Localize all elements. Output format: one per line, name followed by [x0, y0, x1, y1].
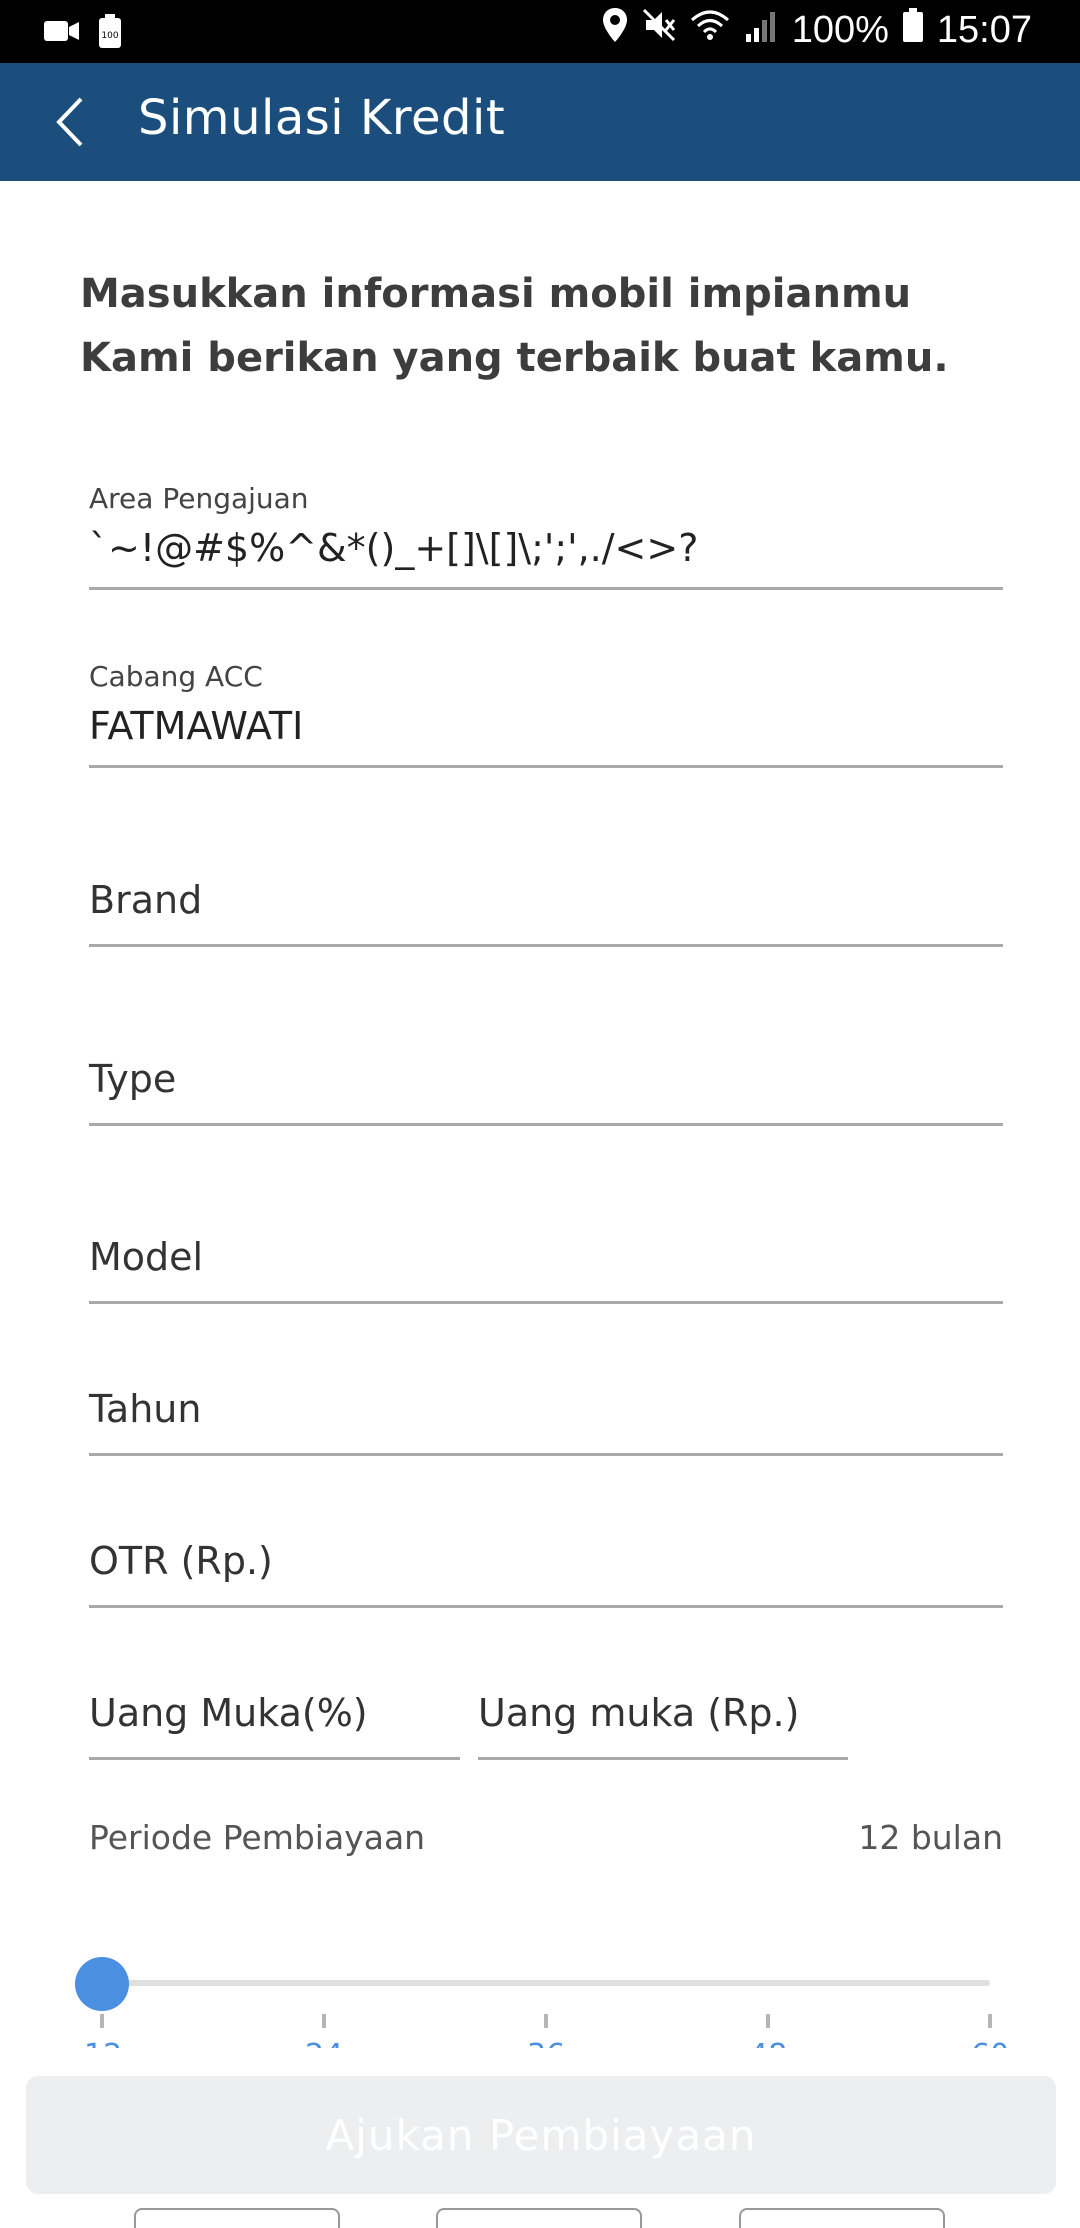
ajukan-pembiayaan-button[interactable]: Ajukan Pembiayaan: [26, 2076, 1056, 2194]
slider-tick: [988, 2014, 992, 2028]
uang-muka-percent-placeholder: Uang Muka(%): [89, 1691, 368, 1735]
cabang-acc-value: FATMAWATI: [89, 704, 304, 748]
type-input[interactable]: Type: [89, 1045, 1003, 1126]
video-icon: [44, 19, 80, 47]
periode-value: 12 bulan: [858, 1818, 1003, 1857]
back-button[interactable]: [40, 89, 100, 155]
slider-tick: [100, 2014, 104, 2028]
slider-tick-label: 36: [527, 2036, 565, 2048]
model-placeholder: Model: [89, 1235, 204, 1279]
bottom-tab-stub[interactable]: [134, 2208, 340, 2228]
intro-line-2: Kami berikan yang terbaik buat kamu.: [80, 335, 949, 381]
slider-tick-label: 24: [305, 2036, 343, 2048]
tahun-input[interactable]: Tahun: [89, 1375, 1003, 1456]
uang-muka-rp-input[interactable]: Uang muka (Rp.): [478, 1679, 848, 1760]
back-arrow-icon: [56, 97, 83, 147]
intro-line-1: Masukkan informasi mobil impianmu: [80, 271, 912, 317]
mute-icon: [642, 8, 676, 52]
bottom-tab-stub[interactable]: [739, 2208, 945, 2228]
signal-icon: [744, 8, 778, 52]
clock: 15:07: [936, 8, 1032, 51]
slider-tick: [544, 2014, 548, 2028]
battery-percent: 100%: [791, 8, 889, 51]
slider-tick: [766, 2014, 770, 2028]
area-pengajuan-value: `~!@#$%^&*()_+[]\[]\;';',./<>?: [89, 526, 699, 570]
slider-tick-label: 12: [84, 2036, 122, 2048]
brand-input[interactable]: Brand: [89, 866, 1003, 947]
otr-input[interactable]: OTR (Rp.): [89, 1527, 1003, 1608]
app-bar: Simulasi Kredit: [0, 63, 1080, 181]
cabang-acc-label: Cabang ACC: [89, 660, 263, 693]
battery-icon: [902, 8, 923, 52]
status-bar: 100 100% 15:07: [0, 0, 1080, 63]
slider-tick: [322, 2014, 326, 2028]
area-pengajuan-field[interactable]: Area Pengajuan `~!@#$%^&*()_+[]\[]\;';',…: [89, 478, 1003, 590]
slider-tick-label: 60: [971, 2036, 1009, 2048]
uang-muka-percent-input[interactable]: Uang Muka(%): [89, 1679, 460, 1760]
area-pengajuan-label: Area Pengajuan: [89, 482, 309, 515]
periode-slider-track[interactable]: [102, 1980, 990, 1986]
uang-muka-rp-placeholder: Uang muka (Rp.): [478, 1691, 800, 1735]
model-input[interactable]: Model: [89, 1223, 1003, 1304]
wifi-icon: [690, 8, 730, 52]
type-placeholder: Type: [89, 1057, 177, 1101]
cabang-acc-field[interactable]: Cabang ACC FATMAWATI: [89, 656, 1003, 768]
otr-placeholder: OTR (Rp.): [89, 1539, 273, 1583]
bottom-tab-stub[interactable]: [436, 2208, 642, 2228]
battery-saver-icon: 100: [98, 14, 122, 52]
location-icon: [602, 8, 628, 52]
svg-text:100: 100: [101, 31, 118, 41]
page-title: Simulasi Kredit: [138, 90, 506, 146]
tahun-placeholder: Tahun: [89, 1387, 202, 1431]
periode-label: Periode Pembiayaan: [89, 1818, 426, 1857]
intro-text: Masukkan informasi mobil impianmu Kami b…: [80, 262, 949, 390]
periode-slider-thumb[interactable]: [75, 1957, 129, 2011]
slider-tick-label: 48: [749, 2036, 787, 2048]
brand-placeholder: Brand: [89, 878, 203, 922]
